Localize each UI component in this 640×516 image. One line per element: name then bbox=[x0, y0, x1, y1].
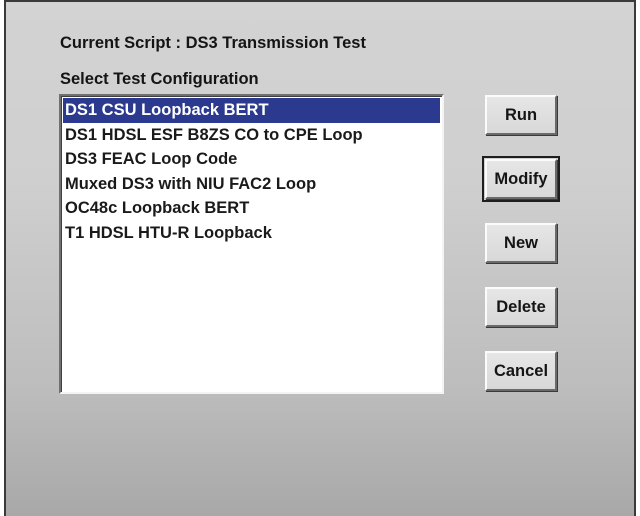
list-item-ds3-feac-loop-code[interactable]: DS3 FEAC Loop Code bbox=[63, 147, 440, 172]
list-item-ds1-hdsl-esf[interactable]: DS1 HDSL ESF B8ZS CO to CPE Loop bbox=[63, 123, 440, 148]
run-button[interactable]: Run bbox=[485, 95, 557, 135]
list-item-oc48c-loopback-bert[interactable]: OC48c Loopback BERT bbox=[63, 196, 440, 221]
dialog-window: Current Script : DS3 Transmission Test S… bbox=[4, 0, 636, 516]
current-script-label: Current Script : DS3 Transmission Test bbox=[60, 34, 366, 52]
new-button[interactable]: New bbox=[485, 223, 557, 263]
list-item-ds1-csu-loopback-bert[interactable]: DS1 CSU Loopback BERT bbox=[63, 98, 440, 123]
cancel-button[interactable]: Cancel bbox=[485, 351, 557, 391]
test-config-listbox[interactable]: DS1 CSU Loopback BERT DS1 HDSL ESF B8ZS … bbox=[59, 94, 444, 394]
list-item-t1-hdsl-htu-r[interactable]: T1 HDSL HTU-R Loopback bbox=[63, 221, 440, 246]
modify-button[interactable]: Modify bbox=[482, 156, 560, 202]
delete-button[interactable]: Delete bbox=[485, 287, 557, 327]
list-item-muxed-ds3-niu[interactable]: Muxed DS3 with NIU FAC2 Loop bbox=[63, 172, 440, 197]
select-config-label: Select Test Configuration bbox=[60, 70, 259, 88]
